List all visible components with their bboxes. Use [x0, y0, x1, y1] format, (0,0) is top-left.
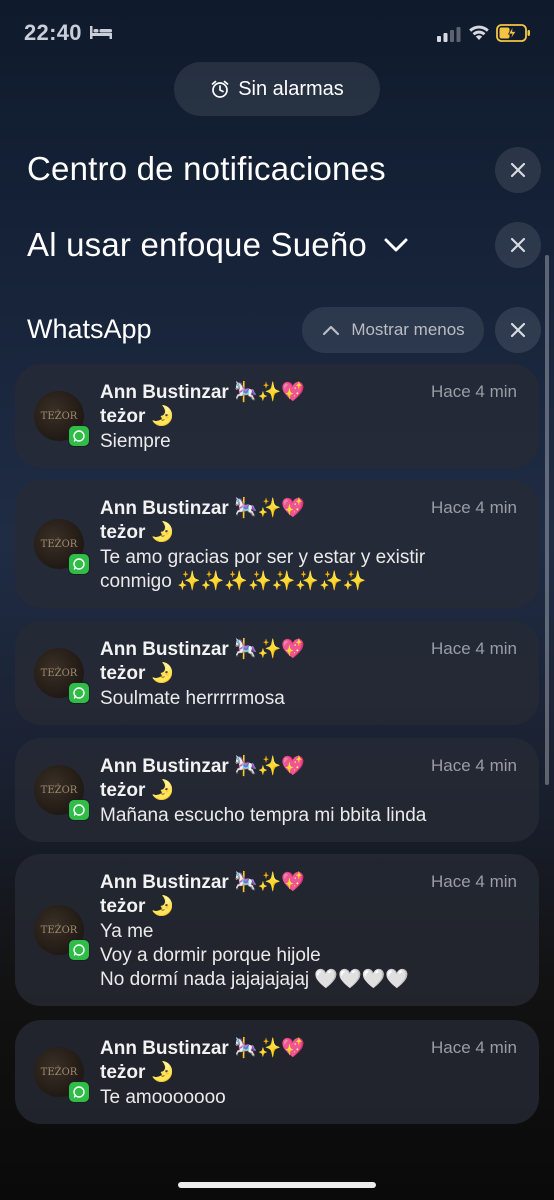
- avatar: TEŻOR: [34, 765, 90, 821]
- bed-icon: [90, 26, 112, 39]
- focus-mode-title: Al usar enfoque Sueño: [27, 226, 367, 263]
- message-line: Siempre: [100, 431, 171, 452]
- status-bar: 22:40: [0, 0, 554, 66]
- message-line: No dormí nada jajajajajaj 🤍🤍🤍🤍: [100, 969, 410, 990]
- timestamp: Hace 4 min: [431, 756, 517, 775]
- close-icon: [510, 162, 526, 178]
- sender-name: Ann Bustinzar 🎠✨💖: [100, 382, 306, 403]
- status-time: 22:40: [24, 20, 82, 45]
- show-less-label: Mostrar menos: [351, 320, 465, 339]
- clear-focus-button[interactable]: [495, 222, 541, 268]
- avatar: TEŻOR: [34, 905, 90, 961]
- notification-card[interactable]: TEŻOR Ann Bustinzar 🎠✨💖 teżor 🌛 Hace 4 m…: [15, 738, 539, 842]
- avatar: TEŻOR: [34, 519, 90, 575]
- message-line: Mañana escucho tempra mi bbita linda: [100, 805, 427, 826]
- notification-card[interactable]: TEŻOR Ann Bustinzar 🎠✨💖 teżor 🌛 Hace 4 m…: [15, 621, 539, 725]
- message-text: Te amooooooo: [100, 1086, 519, 1110]
- whatsapp-icon: [68, 682, 90, 704]
- message-line: Soulmate herrrrrmosa: [100, 688, 285, 709]
- notification-center-title: Centro de notificaciones: [27, 150, 386, 187]
- avatar: TEŻOR: [34, 648, 90, 704]
- scroll-indicator[interactable]: [545, 255, 549, 785]
- whatsapp-icon: [68, 1081, 90, 1103]
- timestamp: Hace 4 min: [431, 382, 517, 401]
- message-line: Te amo gracias por ser y estar y existir: [100, 547, 426, 568]
- notification-card[interactable]: TEŻOR Ann Bustinzar 🎠✨💖 teżor 🌛 Hace 4 m…: [15, 480, 539, 608]
- message-text: Te amo gracias por ser y estar y existir…: [100, 546, 519, 594]
- chevron-up-icon: [323, 325, 340, 336]
- sender-name: Ann Bustinzar 🎠✨💖: [100, 498, 306, 519]
- battery-charging-icon: [496, 24, 530, 42]
- sender-name: Ann Bustinzar 🎠✨💖: [100, 872, 306, 893]
- alarm-label: Sin alarmas: [238, 77, 344, 100]
- close-icon: [510, 322, 526, 338]
- timestamp: Hace 4 min: [431, 498, 517, 517]
- chat-subtitle: teżor 🌛: [100, 406, 175, 427]
- chat-subtitle: teżor 🌛: [100, 522, 175, 543]
- sender-name: Ann Bustinzar 🎠✨💖: [100, 1038, 306, 1059]
- sender-name: Ann Bustinzar 🎠✨💖: [100, 756, 306, 777]
- chevron-down-icon: [384, 238, 408, 252]
- message-text: Soulmate herrrrrmosa: [100, 687, 519, 711]
- app-group-name: WhatsApp: [27, 314, 152, 344]
- chat-subtitle: teżor 🌛: [100, 1062, 175, 1083]
- notification-card[interactable]: TEŻOR Ann Bustinzar 🎠✨💖 teżor 🌛 Hace 4 m…: [15, 364, 539, 468]
- alarm-clock-icon: [211, 80, 229, 98]
- clear-group-button[interactable]: [495, 307, 541, 353]
- signal-icon: [437, 27, 461, 42]
- message-text: Mañana escucho tempra mi bbita linda: [100, 804, 519, 828]
- message-line: Voy a dormir porque hijole: [100, 945, 321, 966]
- message-line: conmigo ✨✨✨✨✨✨✨✨: [100, 571, 367, 592]
- sender-name: Ann Bustinzar 🎠✨💖: [100, 639, 306, 660]
- chat-subtitle: teżor 🌛: [100, 780, 175, 801]
- wifi-icon: [469, 25, 489, 40]
- timestamp: Hace 4 min: [431, 639, 517, 658]
- notification-card[interactable]: TEŻOR Ann Bustinzar 🎠✨💖 teżor 🌛 Hace 4 m…: [15, 1020, 539, 1124]
- chat-subtitle: teżor 🌛: [100, 896, 175, 917]
- whatsapp-icon: [68, 799, 90, 821]
- clear-all-button[interactable]: [495, 147, 541, 193]
- whatsapp-icon: [68, 553, 90, 575]
- chat-subtitle: teżor 🌛: [100, 663, 175, 684]
- focus-mode-header[interactable]: Al usar enfoque Sueño: [27, 226, 411, 264]
- show-less-button[interactable]: Mostrar menos: [302, 307, 484, 353]
- timestamp: Hace 4 min: [431, 872, 517, 891]
- avatar: TEŻOR: [34, 1047, 90, 1103]
- whatsapp-icon: [68, 425, 90, 447]
- message-line: Ya me: [100, 921, 154, 942]
- message-line: Te amooooooo: [100, 1087, 226, 1108]
- whatsapp-icon: [68, 939, 90, 961]
- avatar: TEŻOR: [34, 391, 90, 447]
- home-indicator[interactable]: [178, 1182, 376, 1188]
- message-text: Ya me Voy a dormir porque hijole No dorm…: [100, 920, 519, 992]
- notification-card[interactable]: TEŻOR Ann Bustinzar 🎠✨💖 teżor 🌛 Hace 4 m…: [15, 854, 539, 1006]
- close-icon: [510, 237, 526, 253]
- alarm-pill[interactable]: Sin alarmas: [174, 62, 380, 116]
- timestamp: Hace 4 min: [431, 1038, 517, 1057]
- message-text: Siempre: [100, 430, 519, 454]
